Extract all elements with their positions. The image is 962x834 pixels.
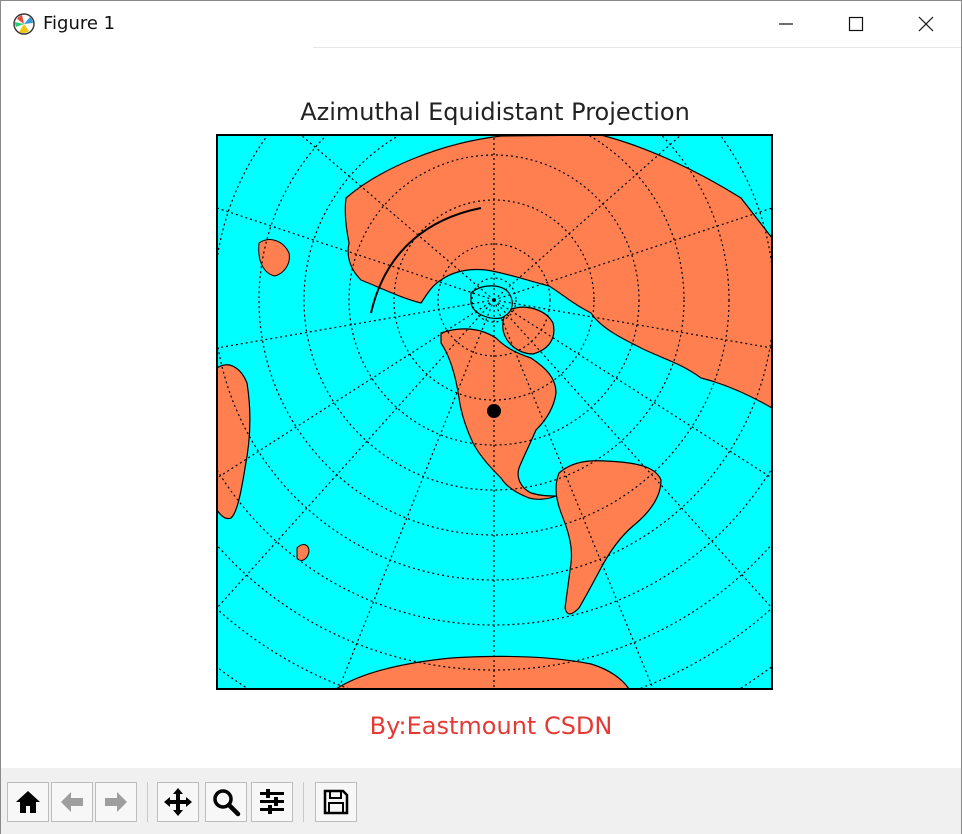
configure-subplots-button[interactable] — [251, 782, 293, 822]
title-bar: Figure 1 — [1, 1, 961, 47]
window-title: Figure 1 — [43, 13, 116, 34]
minimize-button[interactable] — [751, 1, 821, 47]
figure-canvas[interactable]: Azimuthal Equidistant Projection By:East… — [1, 48, 961, 768]
toolbar-separator — [303, 782, 304, 822]
save-button[interactable] — [315, 782, 357, 822]
back-arrow-icon — [61, 792, 83, 812]
center-point-marker — [487, 404, 501, 418]
minimize-icon — [779, 23, 793, 25]
sliders-icon — [260, 789, 284, 814]
pan-icon — [164, 788, 192, 816]
forward-button[interactable] — [95, 782, 137, 822]
back-button[interactable] — [51, 782, 93, 822]
navigation-toolbar — [1, 768, 961, 834]
maximize-button[interactable] — [821, 1, 891, 47]
map-axes[interactable] — [1, 48, 961, 768]
maximize-icon — [848, 16, 864, 32]
close-button[interactable] — [891, 1, 961, 47]
zoom-button[interactable] — [205, 782, 247, 822]
toolbar-separator — [147, 782, 148, 822]
figure-window: Figure 1 Azimuthal Equidistant Projectio… — [0, 0, 962, 834]
close-icon — [918, 16, 934, 32]
credit-text: By:Eastmount CSDN — [369, 712, 613, 740]
pan-button[interactable] — [157, 782, 199, 822]
app-icon — [13, 13, 35, 35]
home-icon — [16, 791, 40, 813]
zoom-icon — [213, 789, 241, 817]
save-icon — [323, 789, 349, 815]
home-button[interactable] — [7, 782, 49, 822]
forward-arrow-icon — [105, 792, 127, 812]
